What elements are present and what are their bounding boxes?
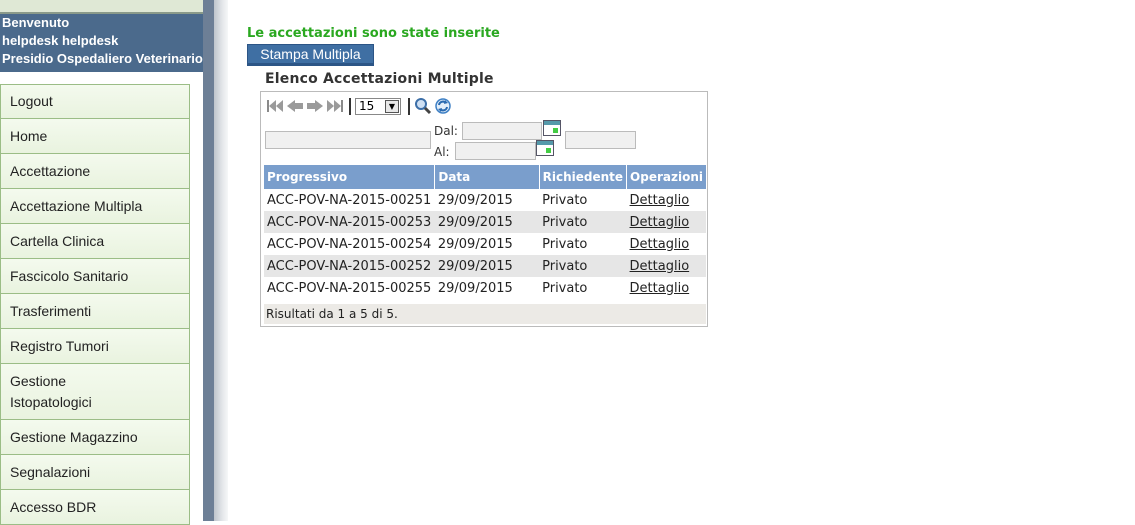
sidebar-item-label: Segnalazioni bbox=[10, 463, 91, 480]
calendar-icon[interactable] bbox=[536, 140, 554, 156]
organization-text: Presidio Ospedaliero Veterinario bbox=[2, 51, 203, 66]
cell-data: 29/09/2015 bbox=[434, 255, 540, 277]
progressivo-filter-input[interactable] bbox=[265, 131, 431, 149]
sidebar-item-label: Accettazione Multipla bbox=[10, 197, 143, 214]
sidebar-item-label: Fascicolo Sanitario bbox=[10, 267, 129, 284]
page-size-value: 15 bbox=[359, 99, 375, 113]
sidebar-item-label: Registro Tumori bbox=[10, 337, 109, 354]
column-header-data[interactable]: Data bbox=[434, 165, 540, 189]
cell-operazioni: Dettaglio bbox=[626, 211, 706, 233]
acceptance-table: Progressivo Data Richiedente Operazioni … bbox=[264, 165, 706, 299]
next-page-icon[interactable] bbox=[306, 98, 324, 114]
search-icon[interactable] bbox=[414, 97, 432, 115]
sidebar-item-accesso-bdr[interactable]: Accesso BDR bbox=[0, 490, 190, 525]
sidebar-top-strip bbox=[0, 0, 203, 14]
dal-label: Dal: bbox=[434, 124, 458, 138]
main-content: Le accettazioni sono state inserite Stam… bbox=[228, 0, 1135, 521]
sidebar-item-label: Home bbox=[10, 127, 48, 144]
table-row: ACC-POV-NA-2015-00255 29/09/2015 Privato De… bbox=[264, 277, 706, 299]
table-row: ACC-POV-NA-2015-00251 29/09/2015 Privato De… bbox=[264, 189, 706, 211]
cell-data: 29/09/2015 bbox=[434, 211, 540, 233]
sidebar-menu: Logout Home Accettazione Accettazione Multi… bbox=[0, 84, 190, 525]
table-header-row: Progressivo Data Richiedente Operazioni bbox=[264, 165, 706, 189]
column-header-richiedente[interactable]: Richiedente bbox=[539, 165, 628, 189]
toolbar-separator bbox=[349, 97, 351, 115]
column-header-operazioni: Operazioni bbox=[626, 165, 706, 189]
sidebar-item-label: Accettazione bbox=[10, 162, 91, 179]
table-row: ACC-POV-NA-2015-00253 29/09/2015 Privato De… bbox=[264, 211, 706, 233]
dettaglio-link[interactable]: Dettaglio bbox=[630, 237, 690, 252]
dettaglio-link[interactable]: Dettaglio bbox=[630, 193, 690, 208]
sidebar-item-trasferimenti[interactable]: Trasferimenti bbox=[0, 294, 190, 329]
cell-data: 29/09/2015 bbox=[437, 280, 513, 296]
dal-date-input[interactable] bbox=[462, 122, 542, 140]
cell-operazioni: Dettaglio bbox=[627, 189, 706, 211]
cell-progressivo: ACC-POV-NA-2015-00253 bbox=[264, 211, 435, 233]
calendar-icon[interactable] bbox=[543, 120, 561, 136]
cell-operazioni: Dettaglio bbox=[626, 255, 706, 277]
cell-richiedente: Privato bbox=[539, 255, 627, 277]
sidebar-item-label: Logout bbox=[10, 93, 53, 109]
sidebar-item-label: Gestione Istopatologici bbox=[10, 372, 92, 410]
success-message: Le accettazioni sono state inserite bbox=[247, 26, 500, 41]
user-info: Benvenuto helpdesk helpdesk Presidio Osp… bbox=[0, 14, 203, 72]
dettaglio-link[interactable]: Dettaglio bbox=[630, 259, 690, 274]
table-body: ACC-POV-NA-2015-00251 29/09/2015 Privato De… bbox=[264, 189, 706, 299]
list-title: Elenco Accettazioni Multiple bbox=[265, 71, 494, 87]
sidebar-item-label: Accesso BDR bbox=[10, 498, 97, 515]
username-text: helpdesk helpdesk bbox=[2, 33, 119, 48]
frame-divider bbox=[214, 0, 228, 521]
cell-progressivo: ACC-POV-NA-2015-00254 bbox=[267, 236, 432, 252]
stampa-multipla-button[interactable]: Stampa Multipla bbox=[247, 44, 374, 66]
cell-richiedente: Privato bbox=[539, 211, 627, 233]
greeting-text: Benvenuto bbox=[2, 15, 70, 30]
results-summary: Risultati da 1 a 5 di 5. bbox=[264, 304, 706, 324]
dettaglio-link[interactable]: Dettaglio bbox=[630, 281, 690, 296]
al-label: Al: bbox=[434, 145, 450, 159]
al-date-input[interactable] bbox=[455, 142, 536, 160]
sidebar-item-label: Trasferimenti bbox=[10, 302, 92, 319]
chevron-down-icon: ▼ bbox=[385, 99, 399, 113]
sidebar-item-label: Gestione Magazzino bbox=[10, 428, 138, 445]
grid-toolbar: 15 ▼ bbox=[266, 96, 454, 116]
cell-richiedente: Privato bbox=[542, 236, 588, 252]
cell-data: 29/09/2015 bbox=[437, 236, 513, 252]
sidebar-item-segnalazioni[interactable]: Segnalazioni bbox=[0, 455, 190, 490]
sidebar-item-cartella-clinica[interactable]: Cartella Clinica bbox=[0, 224, 190, 259]
sidebar-item-gestione-istopatologici[interactable]: Gestione Istopatologici bbox=[0, 364, 190, 420]
last-page-icon[interactable] bbox=[326, 98, 344, 114]
sidebar-item-accettazione[interactable]: Accettazione bbox=[0, 154, 190, 189]
sidebar: Benvenuto helpdesk helpdesk Presidio Osp… bbox=[0, 0, 203, 525]
cell-progressivo: ACC-POV-NA-2015-00255 bbox=[267, 280, 432, 296]
sidebar-scrollbar[interactable] bbox=[203, 0, 214, 521]
cell-data: 29/09/2015 bbox=[437, 192, 513, 208]
cell-progressivo: ACC-POV-NA-2015-00251 bbox=[267, 192, 432, 208]
prev-page-icon[interactable] bbox=[286, 98, 304, 114]
column-header-progressivo[interactable]: Progressivo bbox=[264, 165, 436, 189]
sidebar-item-accettazione-multipla[interactable]: Accettazione Multipla bbox=[0, 189, 190, 224]
sidebar-item-home[interactable]: Home bbox=[0, 119, 190, 154]
richiedente-filter-input[interactable] bbox=[565, 131, 636, 149]
cell-richiedente: Privato bbox=[542, 280, 588, 296]
sidebar-item-label: Cartella Clinica bbox=[10, 232, 105, 249]
sidebar-item-logout[interactable]: Logout bbox=[0, 84, 190, 119]
refresh-icon[interactable] bbox=[434, 97, 452, 115]
table-row: ACC-POV-NA-2015-00252 29/09/2015 Privato De… bbox=[264, 255, 706, 277]
toolbar-separator bbox=[408, 97, 410, 115]
cell-richiedente: Privato bbox=[542, 192, 588, 208]
cell-operazioni: Dettaglio bbox=[627, 277, 706, 299]
page-size-select[interactable]: 15 ▼ bbox=[355, 97, 401, 115]
table-row: ACC-POV-NA-2015-00254 29/09/2015 Privato De… bbox=[264, 233, 706, 255]
acceptance-list-panel: 15 ▼ Dal: Al: Progressivo Data Richieden… bbox=[260, 91, 708, 327]
sidebar-item-gestione-magazzino[interactable]: Gestione Magazzino bbox=[0, 420, 190, 455]
first-page-icon[interactable] bbox=[266, 98, 284, 114]
cell-progressivo: ACC-POV-NA-2015-00252 bbox=[264, 255, 435, 277]
sidebar-item-fascicolo-sanitario[interactable]: Fascicolo Sanitario bbox=[0, 259, 190, 294]
cell-operazioni: Dettaglio bbox=[627, 233, 706, 255]
dettaglio-link[interactable]: Dettaglio bbox=[630, 215, 690, 230]
sidebar-item-registro-tumori[interactable]: Registro Tumori bbox=[0, 329, 190, 364]
